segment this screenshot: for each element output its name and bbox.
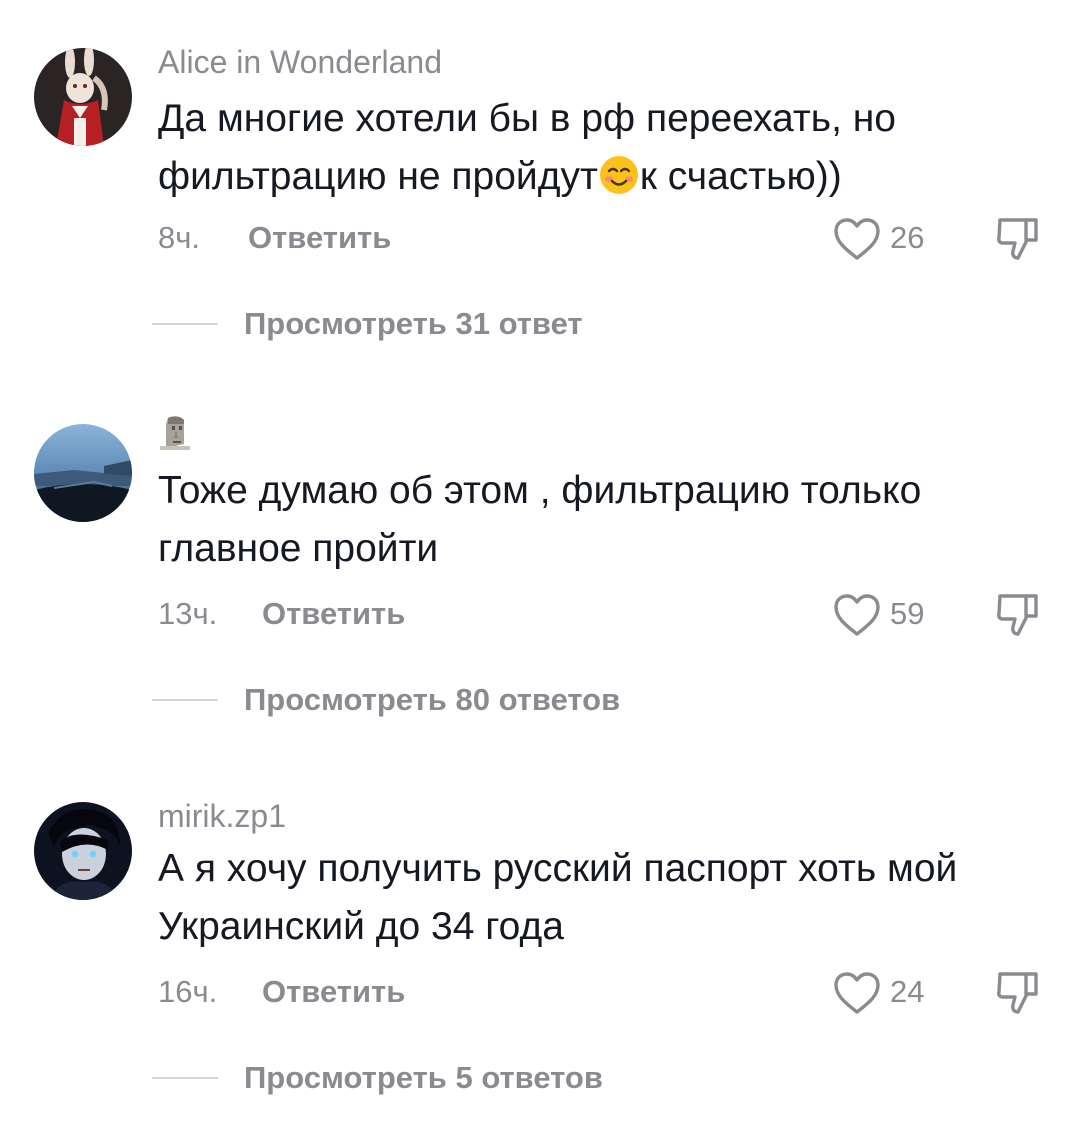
reply-button[interactable]: Ответить <box>262 972 405 1012</box>
comment-username[interactable]: mirik.zp1 <box>158 796 286 836</box>
comment-time: 16ч. <box>158 974 218 1009</box>
like-count: 24 <box>890 974 925 1009</box>
comment-text: А я хочу получить русский паспорт хоть м… <box>158 847 958 948</box>
divider-line <box>152 1077 218 1079</box>
heart-outline-icon[interactable] <box>832 970 882 1016</box>
avatar[interactable] <box>34 802 132 900</box>
comment-item: mirik.zp1 А я хочу получить русский пасп… <box>0 0 1080 1128</box>
thumbs-down-outline-icon[interactable] <box>994 968 1042 1016</box>
view-replies-button[interactable]: Просмотреть 5 ответов <box>244 1058 603 1098</box>
